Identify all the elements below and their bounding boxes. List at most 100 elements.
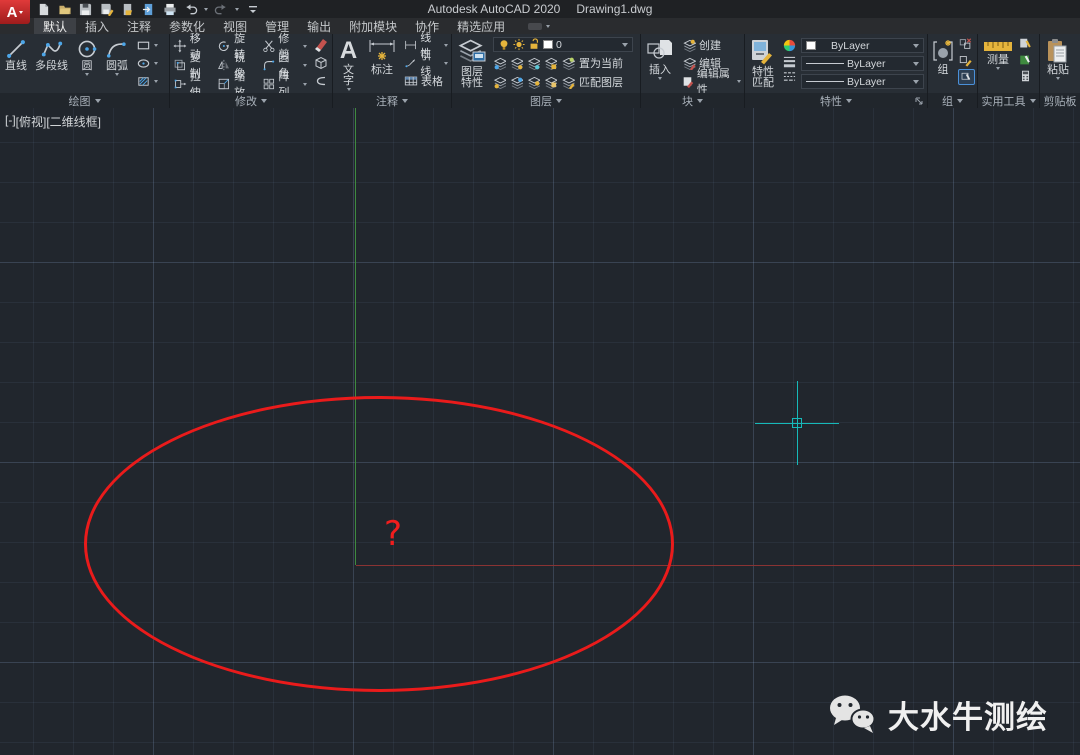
panel-label-draw[interactable]: 绘图 — [0, 93, 169, 108]
set-current-layer-icon[interactable] — [561, 57, 575, 70]
measure-tool[interactable]: 测量 — [981, 37, 1015, 71]
save-as-icon[interactable] — [99, 2, 114, 16]
layer-undo-icon[interactable] — [493, 76, 506, 89]
stretch-tool[interactable]: 拉伸 — [173, 76, 211, 92]
drawing-canvas[interactable]: [-] [俯视] [二维线框] ? 大水牛测绘 — [0, 108, 1080, 755]
array-tool[interactable]: 阵列 — [262, 76, 307, 92]
dimension-tool[interactable]: 标注 — [365, 37, 399, 77]
panel-label-annotate[interactable]: 注释 — [333, 93, 451, 108]
panel-layers: 图层特性 0 置为当前 — [452, 34, 641, 108]
arc-tool[interactable]: 圆弧 — [104, 37, 130, 77]
group-tool[interactable]: 组 — [930, 37, 956, 77]
panel-label-properties[interactable]: 特性 — [745, 93, 927, 108]
ellipse-dropdown-icon — [154, 62, 158, 65]
open-file-icon[interactable] — [57, 2, 72, 16]
text-dropdown-icon — [347, 88, 351, 91]
panel-label-utilities[interactable]: 实用工具 — [978, 93, 1039, 108]
linetype-icon[interactable] — [782, 70, 797, 83]
panel-label-group[interactable]: 组 — [928, 93, 977, 108]
publish-icon[interactable] — [141, 2, 156, 16]
linear-dropdown-icon — [444, 44, 448, 47]
undo-icon[interactable] — [183, 2, 198, 16]
panel-label-clipboard[interactable]: 剪贴板 — [1040, 93, 1080, 108]
scale-tool[interactable]: 缩放 — [217, 76, 255, 92]
print-icon[interactable] — [162, 2, 177, 16]
layer-lock-icon[interactable] — [544, 57, 557, 70]
ribbon-display-toggle[interactable] — [528, 18, 550, 34]
ungroup-icon[interactable] — [958, 37, 975, 51]
app-title: Autodesk AutoCAD 2020 — [428, 2, 561, 16]
panel-utilities: 测量 实用工具 — [978, 34, 1040, 108]
undo-dropdown-icon[interactable] — [204, 8, 208, 11]
quick-calc-icon[interactable] — [1018, 69, 1033, 83]
autocad-app-button[interactable]: A — [0, 0, 30, 24]
panel-label-modify[interactable]: 修改 — [170, 93, 332, 108]
redo-dropdown-icon[interactable] — [235, 8, 239, 11]
redo-icon[interactable] — [214, 2, 229, 16]
properties-dialog-launcher-icon[interactable] — [915, 97, 923, 105]
viewport-minimize-control[interactable]: [-] — [5, 113, 16, 130]
panel-label-block[interactable]: 块 — [641, 93, 744, 108]
layer-walk-icon[interactable] — [510, 76, 523, 89]
trim-dropdown-icon — [303, 45, 307, 48]
edit-attributes-tool[interactable]: 编辑属性 — [682, 73, 741, 89]
insert-block-tool[interactable]: 插入 — [644, 37, 676, 81]
polyline-tool[interactable]: 多段线 — [33, 37, 70, 73]
group-selection-toggle[interactable] — [958, 69, 975, 85]
panel-draw: 直线 多段线 圆 圆弧 — [0, 34, 170, 108]
layer-isolate-icon[interactable] — [510, 57, 523, 70]
layer-freeze-icon[interactable] — [527, 57, 540, 70]
tab-featured-apps[interactable]: 精选应用 — [448, 18, 514, 34]
save-icon[interactable] — [78, 2, 93, 16]
tab-insert[interactable]: 插入 — [76, 18, 118, 34]
match-properties-tool[interactable]: 特性匹配 — [748, 37, 778, 90]
quick-select-icon[interactable] — [1018, 53, 1033, 67]
tab-home[interactable]: 默认 — [34, 18, 76, 34]
title-bar: A Autodesk AutoCAD 2020 Drawing1.dwg — [0, 0, 1080, 18]
layer-properties-tool[interactable]: 图层特性 — [455, 37, 489, 90]
layer-unlock-all-icon[interactable] — [544, 76, 557, 89]
layer-select-combo[interactable]: 0 — [493, 37, 633, 52]
rectangle-tool[interactable] — [136, 37, 158, 53]
group-edit-icon[interactable] — [958, 53, 975, 67]
point-style-icon[interactable] — [1018, 37, 1033, 51]
panel-label-layers[interactable]: 图层 — [452, 93, 640, 108]
text-tool[interactable]: A 文字 — [336, 37, 361, 92]
paste-tool[interactable]: 粘贴 — [1044, 37, 1072, 81]
color-wheel-icon[interactable] — [782, 38, 797, 53]
qat-customize-icon[interactable] — [245, 2, 260, 16]
tab-output[interactable]: 输出 — [298, 18, 340, 34]
leader-tool[interactable]: 引线 — [404, 55, 448, 71]
match-layer-icon[interactable] — [561, 76, 575, 89]
fillet-dropdown-icon — [303, 64, 307, 67]
erase-icon[interactable] — [313, 37, 329, 53]
set-current-button[interactable]: 置为当前 — [579, 55, 623, 71]
current-layer-name: 0 — [556, 39, 562, 51]
join-icon[interactable] — [313, 73, 329, 89]
viewport-visual-style-control[interactable]: [二维线框] — [46, 113, 101, 130]
tab-annotate[interactable]: 注释 — [118, 18, 160, 34]
explode-icon[interactable] — [313, 55, 329, 71]
line-tool[interactable]: 直线 — [3, 37, 29, 73]
layer-freeze-all-icon[interactable] — [527, 76, 540, 89]
table-tool[interactable]: 表格 — [404, 73, 448, 89]
create-block-tool[interactable]: 创建 — [682, 37, 741, 53]
panel-properties: 特性匹配 ByLayer ByLayer — [745, 34, 928, 108]
match-layer-button[interactable]: 匹配图层 — [579, 74, 623, 90]
linetype-combo[interactable]: ByLayer — [801, 74, 924, 89]
plot-stamp-icon[interactable] — [120, 2, 135, 16]
paste-dropdown-icon — [1056, 77, 1060, 80]
arc-dropdown-icon[interactable] — [115, 73, 119, 76]
ellipse-tool[interactable] — [136, 55, 158, 71]
tab-addins[interactable]: 附加模块 — [340, 18, 406, 34]
hatch-tool[interactable] — [136, 73, 158, 89]
layer-off-icon[interactable] — [493, 57, 506, 70]
drawn-ellipse[interactable] — [84, 396, 674, 692]
circle-tool[interactable]: 圆 — [74, 37, 100, 77]
new-file-icon[interactable] — [36, 2, 51, 16]
object-color-combo[interactable]: ByLayer — [801, 38, 924, 53]
circle-dropdown-icon[interactable] — [85, 73, 89, 76]
lineweight-combo[interactable]: ByLayer — [801, 56, 924, 71]
lineweight-icon[interactable] — [782, 55, 797, 68]
viewport-view-control[interactable]: [俯视] — [16, 113, 47, 130]
